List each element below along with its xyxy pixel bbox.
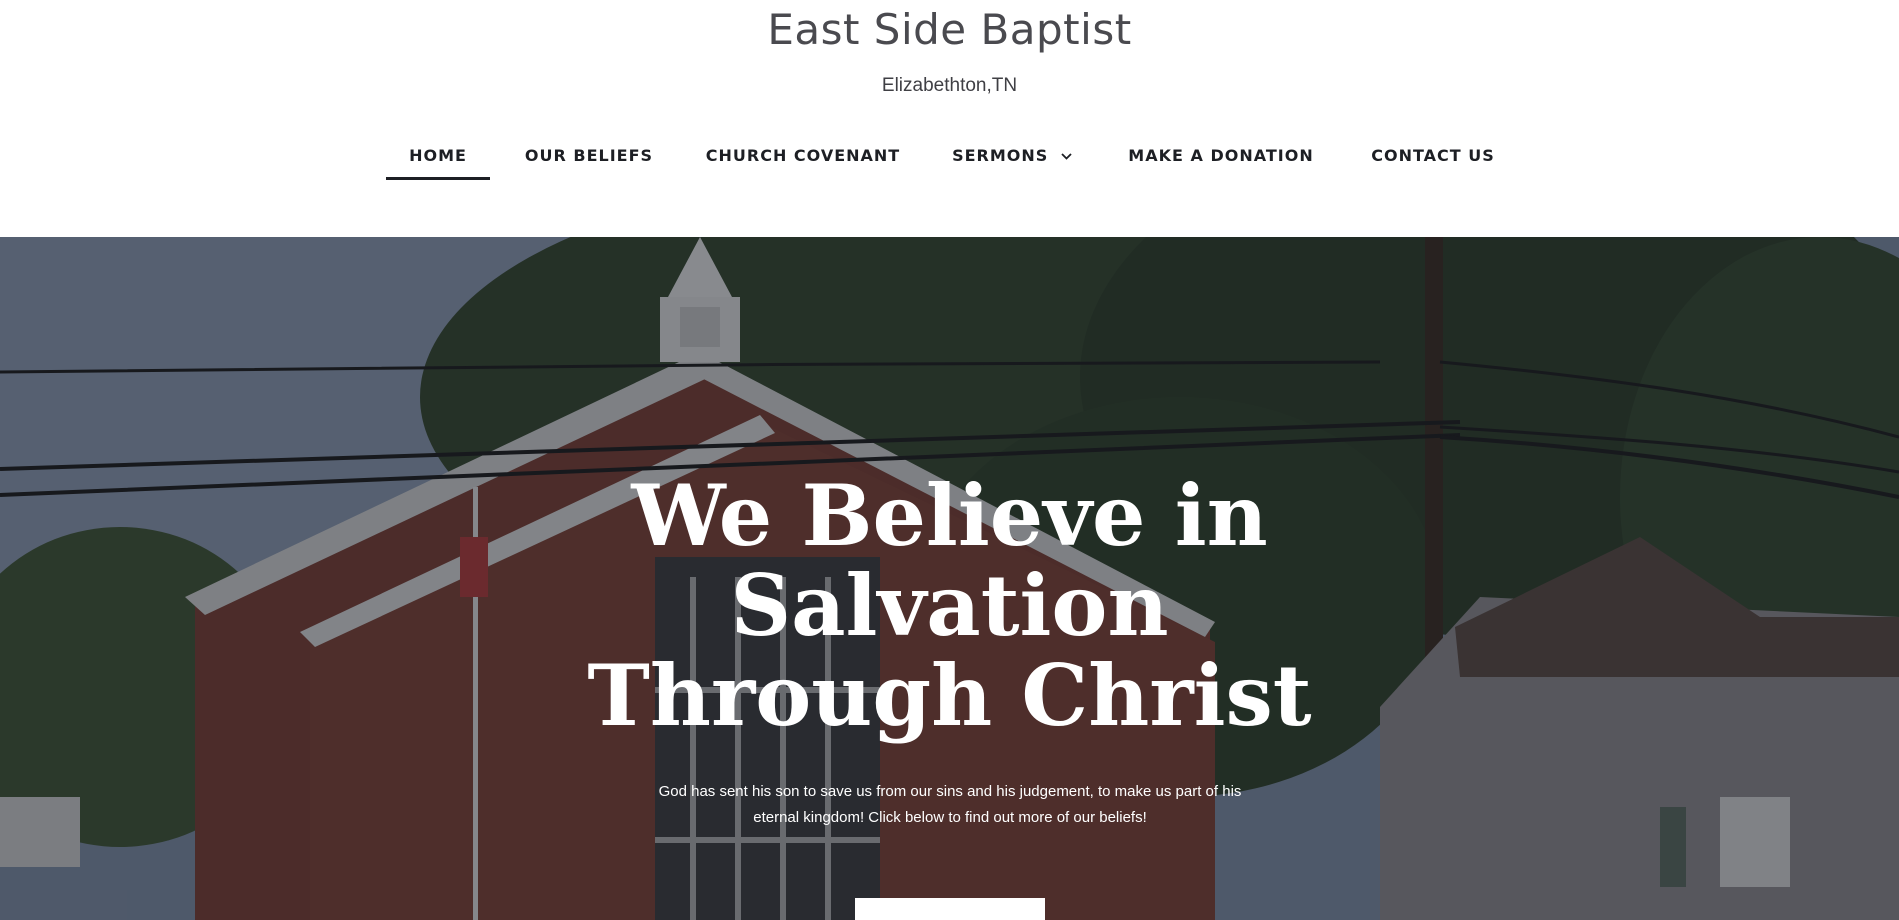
hero-heading-line: Through Christ	[587, 646, 1312, 745]
main-nav: HOME OUR BELIEFS CHURCH COVENANT SERMONS…	[0, 140, 1899, 180]
nav-item-sermons[interactable]: SERMONS	[952, 140, 1072, 180]
nav-item-contact-us[interactable]: CONTACT US	[1367, 140, 1499, 180]
nav-item-label: CONTACT US	[1371, 146, 1495, 165]
nav-item-make-a-donation[interactable]: MAKE A DONATION	[1128, 140, 1314, 180]
nav-item-label: HOME	[409, 146, 467, 165]
hero-description: God has sent his son to save us from our…	[658, 783, 1242, 826]
hero-heading-line: Salvation	[730, 556, 1169, 655]
learn-more-button[interactable]	[855, 898, 1045, 920]
hero-section: We Believe in Salvation Through Christ G…	[0, 237, 1899, 920]
nav-item-label: MAKE A DONATION	[1128, 146, 1314, 165]
nav-item-home[interactable]: HOME	[386, 140, 490, 180]
site-header: East Side Baptist Elizabethton,TN HOME O…	[0, 0, 1899, 237]
nav-item-label: OUR BELIEFS	[524, 146, 654, 165]
nav-item-our-beliefs[interactable]: OUR BELIEFS	[522, 140, 656, 180]
nav-item-label: CHURCH COVENANT	[705, 146, 901, 165]
nav-item-church-covenant[interactable]: CHURCH COVENANT	[705, 140, 901, 180]
site-title[interactable]: East Side Baptist	[0, 2, 1899, 58]
site-tagline: Elizabethton,TN	[881, 75, 1018, 96]
hero-heading-line: We Believe in	[631, 466, 1268, 565]
hero-heading: We Believe in Salvation Through Christ	[0, 471, 1899, 741]
chevron-down-icon	[1061, 139, 1072, 171]
nav-item-label: SERMONS	[952, 146, 1049, 165]
